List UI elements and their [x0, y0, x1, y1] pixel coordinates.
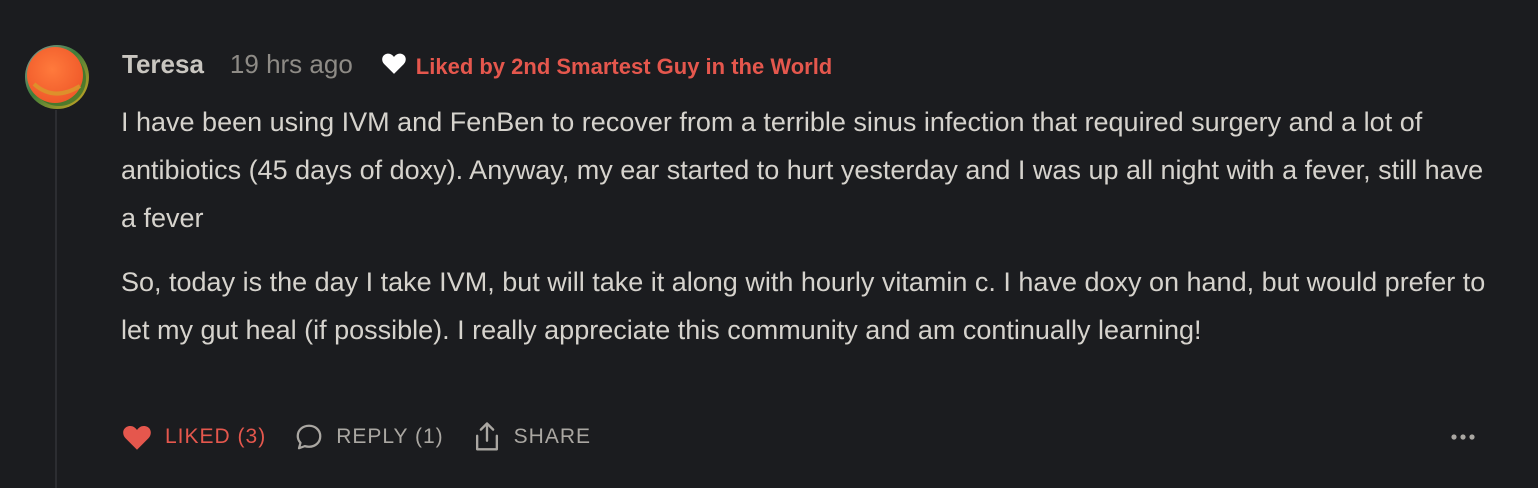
- reply-button[interactable]: REPLY (1): [294, 422, 443, 452]
- comment-header: Teresa 19 hrs ago Liked by 2nd Smartest …: [122, 46, 832, 82]
- comment-paragraph: I have been using IVM and FenBen to reco…: [121, 107, 1484, 233]
- heart-filled-icon: [123, 426, 151, 450]
- speech-bubble-icon: [296, 424, 322, 450]
- comment-actions: LIKED (3) REPLY (1) SHARE: [121, 418, 591, 456]
- avatar-gradient-circle: [25, 45, 89, 109]
- liked-by-text: Liked by 2nd Smartest Guy in the World: [415, 53, 833, 79]
- avatar[interactable]: [24, 44, 90, 110]
- ellipsis-icon: [1451, 434, 1475, 440]
- like-label: LIKED (3): [165, 425, 267, 448]
- comment-body: I have been using IVM and FenBen to reco…: [121, 98, 1491, 354]
- reply-label: REPLY (1): [336, 425, 444, 448]
- share-button[interactable]: SHARE: [472, 421, 591, 453]
- share-label: SHARE: [513, 425, 591, 448]
- comment-paragraph: So, today is the day I take IVM, but wil…: [121, 267, 1486, 345]
- timestamp[interactable]: 19 hrs ago: [230, 49, 353, 80]
- heart-outline-icon: [382, 53, 406, 74]
- liked-by-badge: Liked by 2nd Smartest Guy in the World: [381, 49, 832, 80]
- like-button[interactable]: LIKED (3): [121, 423, 266, 451]
- author-name[interactable]: Teresa: [122, 49, 204, 80]
- share-upload-icon: [475, 422, 498, 451]
- more-options-button[interactable]: [1446, 424, 1480, 450]
- thread-line: [55, 110, 57, 488]
